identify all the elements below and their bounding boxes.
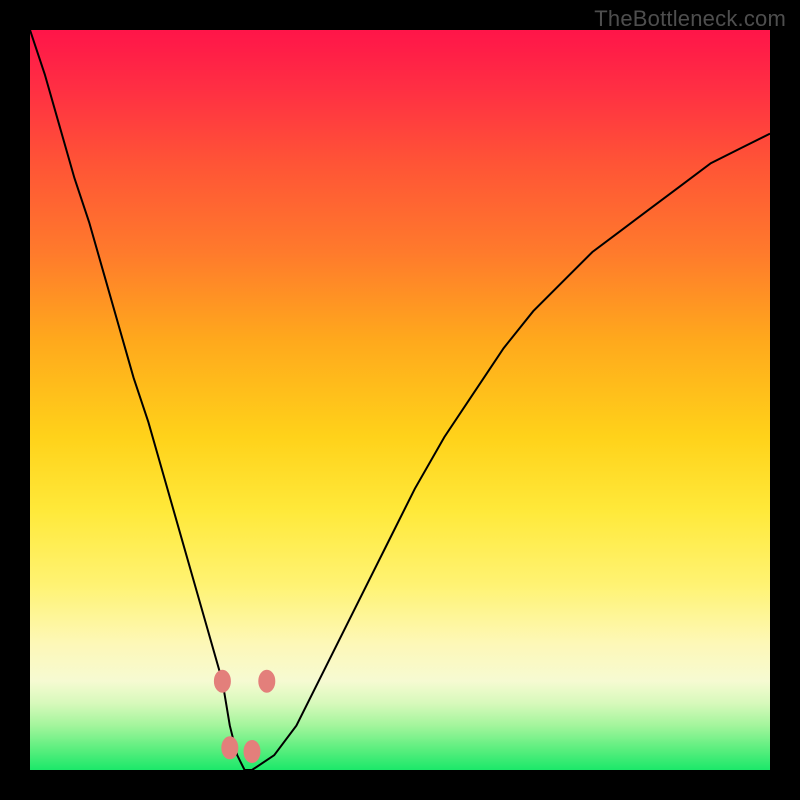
curve-svg	[30, 30, 770, 770]
bottleneck-curve	[30, 30, 770, 770]
valley-marker	[222, 737, 238, 759]
watermark-text: TheBottleneck.com	[594, 6, 786, 32]
valley-marker	[214, 670, 230, 692]
valley-markers	[214, 670, 274, 762]
chart-frame: TheBottleneck.com	[0, 0, 800, 800]
valley-marker	[244, 741, 260, 763]
plot-area	[30, 30, 770, 770]
valley-marker	[259, 670, 275, 692]
